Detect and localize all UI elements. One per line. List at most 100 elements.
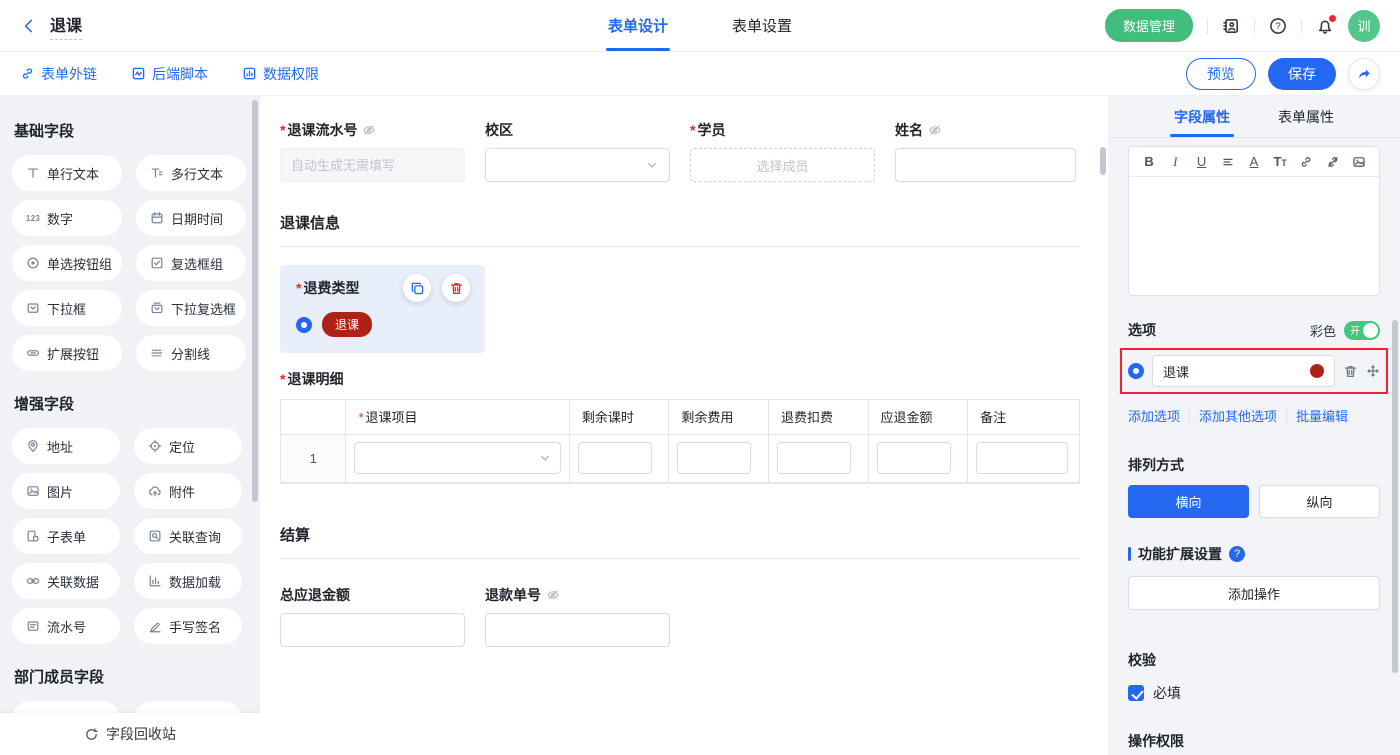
bold-icon[interactable]: B — [1137, 150, 1161, 174]
field-campus[interactable]: 校区 — [485, 120, 670, 182]
sidebar-field-item[interactable]: 扩展按钮 — [12, 335, 122, 371]
tab-form-design[interactable]: 表单设计 — [608, 0, 668, 51]
option-link-1[interactable]: 添加其他选项 — [1199, 406, 1277, 425]
underline-icon[interactable]: U — [1189, 150, 1213, 174]
options-label: 选项 — [1128, 320, 1156, 340]
form-canvas[interactable]: 退课流水号 校区 学员 选择成员 姓名 — [260, 96, 1108, 755]
panel-scrollbar[interactable] — [1392, 320, 1398, 673]
align-icon[interactable] — [1216, 150, 1240, 174]
detail-cell-input[interactable] — [578, 442, 652, 474]
svg-text:?: ? — [1275, 21, 1280, 32]
sidebar-field-item[interactable]: 手写签名 — [134, 608, 242, 644]
external-link-icon — [20, 66, 35, 81]
label-rich-text-editor[interactable]: BIU ATT — [1128, 146, 1380, 296]
refund-no-input[interactable] — [485, 613, 670, 647]
arrange-vertical-button[interactable]: 纵向 — [1259, 485, 1380, 518]
backend-script-link[interactable]: 后端脚本 — [131, 64, 208, 84]
field-serial[interactable]: 退课流水号 — [280, 120, 465, 182]
section-title-settle: 结算 — [280, 524, 1080, 559]
detail-cell-input[interactable] — [677, 442, 751, 474]
detail-cell-input[interactable] — [877, 442, 951, 474]
preview-button[interactable]: 预览 — [1186, 58, 1256, 90]
sidebar-field-item[interactable]: 日期时间 — [136, 200, 246, 236]
sidebar-field-item[interactable]: 下拉复选框 — [136, 290, 246, 326]
back-icon[interactable] — [20, 17, 38, 35]
font-size-icon[interactable]: TT — [1268, 150, 1292, 174]
refund-type-radio[interactable] — [296, 317, 312, 333]
canvas-scrollbar[interactable] — [1100, 147, 1106, 175]
option-link-0[interactable]: 添加选项 — [1128, 406, 1180, 425]
sidebar-field-item[interactable]: 图片 — [12, 473, 120, 509]
arrange-horizontal-button[interactable]: 横向 — [1128, 485, 1249, 518]
required-checkbox[interactable] — [1128, 685, 1144, 701]
sidebar-field-item[interactable]: 关联查询 — [134, 518, 242, 554]
option-color-dot[interactable] — [1310, 364, 1324, 378]
detail-column-header: 备注 — [968, 400, 1080, 434]
sidebar-field-item[interactable]: 单选按钮组 — [12, 245, 122, 281]
bell-icon[interactable] — [1316, 17, 1334, 35]
form-external-link[interactable]: 表单外链 — [20, 64, 97, 84]
sidebar-field-item[interactable]: 单行文本 — [12, 155, 122, 191]
option-drag-icon[interactable] — [1366, 364, 1380, 378]
delete-field-button[interactable] — [442, 274, 470, 302]
sidebar-field-item[interactable]: 下拉框 — [12, 290, 122, 326]
rt-image-icon[interactable] — [1347, 150, 1371, 174]
copy-field-button[interactable] — [403, 274, 431, 302]
student-member-picker[interactable]: 选择成员 — [690, 148, 875, 182]
tab-form-properties[interactable]: 表单属性 — [1278, 96, 1334, 137]
field-student[interactable]: 学员 选择成员 — [690, 120, 875, 182]
name-input[interactable] — [895, 148, 1076, 182]
option-delete-icon[interactable] — [1343, 364, 1358, 379]
sidebar-field-item[interactable]: 子表单 — [12, 518, 120, 554]
sidebar-scrollbar[interactable] — [252, 100, 258, 502]
divider — [1254, 18, 1255, 34]
option-value-input[interactable]: 退课 — [1152, 355, 1335, 387]
detail-cell-input[interactable] — [777, 442, 851, 474]
contact-book-icon[interactable] — [1222, 17, 1240, 35]
share-button[interactable] — [1348, 58, 1380, 90]
attachment-icon — [147, 484, 163, 498]
sidebar-field-item[interactable]: 数据加载 — [134, 563, 242, 599]
color-toggle[interactable]: 开 — [1344, 321, 1380, 340]
link-icon[interactable] — [1294, 150, 1318, 174]
detail-item-select[interactable] — [354, 442, 560, 474]
address-icon — [25, 439, 41, 453]
data-permission-link[interactable]: 数据权限 — [242, 64, 319, 84]
sidebar-field-item[interactable]: 多行文本 — [136, 155, 246, 191]
sidebar-field-item[interactable]: 复选框组 — [136, 245, 246, 281]
italic-icon[interactable]: I — [1163, 150, 1187, 174]
row-index: 1 — [281, 434, 346, 482]
sidebar-field-item[interactable]: 附件 — [134, 473, 242, 509]
detail-cell-input[interactable] — [976, 442, 1068, 474]
field-refund-no[interactable]: 退款单号 — [485, 585, 670, 647]
campus-select[interactable] — [485, 148, 670, 182]
option-link-2[interactable]: 批量编辑 — [1296, 406, 1348, 425]
sidebar-field-item[interactable]: 定位 — [134, 428, 242, 464]
field-recycle-bin[interactable]: 字段回收站 — [0, 713, 260, 755]
option-links: 添加选项添加其他选项批量编辑 — [1128, 406, 1380, 425]
data-manage-button[interactable]: 数据管理 — [1105, 9, 1193, 42]
question-icon[interactable]: ? — [1229, 546, 1245, 562]
help-icon[interactable]: ? — [1269, 17, 1287, 35]
save-button[interactable]: 保存 — [1268, 58, 1336, 90]
sidebar-field-item[interactable]: 关联数据 — [12, 563, 120, 599]
divider — [1286, 410, 1287, 422]
font-color-icon[interactable]: A — [1242, 150, 1266, 174]
sidebar-field-item[interactable]: 分割线 — [136, 335, 246, 371]
serial-input[interactable] — [280, 148, 465, 182]
option-radio[interactable] — [1128, 363, 1144, 379]
add-action-button[interactable]: 添加操作 — [1128, 576, 1380, 610]
tab-form-settings[interactable]: 表单设置 — [732, 0, 792, 51]
total-refund-input[interactable] — [280, 613, 465, 647]
sidebar-field-item[interactable]: 123数字 — [12, 200, 122, 236]
unlink-icon[interactable] — [1321, 150, 1345, 174]
sidebar-field-item[interactable]: 流水号 — [12, 608, 120, 644]
sidebar-field-item[interactable]: 地址 — [12, 428, 120, 464]
tab-field-properties[interactable]: 字段属性 — [1174, 96, 1230, 137]
selected-field-refund-type[interactable]: 退费类型 退课 — [280, 265, 485, 353]
field-name[interactable]: 姓名 — [895, 120, 1076, 182]
avatar[interactable]: 训 — [1348, 10, 1380, 42]
rich-text-area[interactable] — [1129, 177, 1379, 295]
single-line-text-icon — [25, 166, 41, 180]
field-total-refund[interactable]: 总应退金额 — [280, 585, 465, 647]
